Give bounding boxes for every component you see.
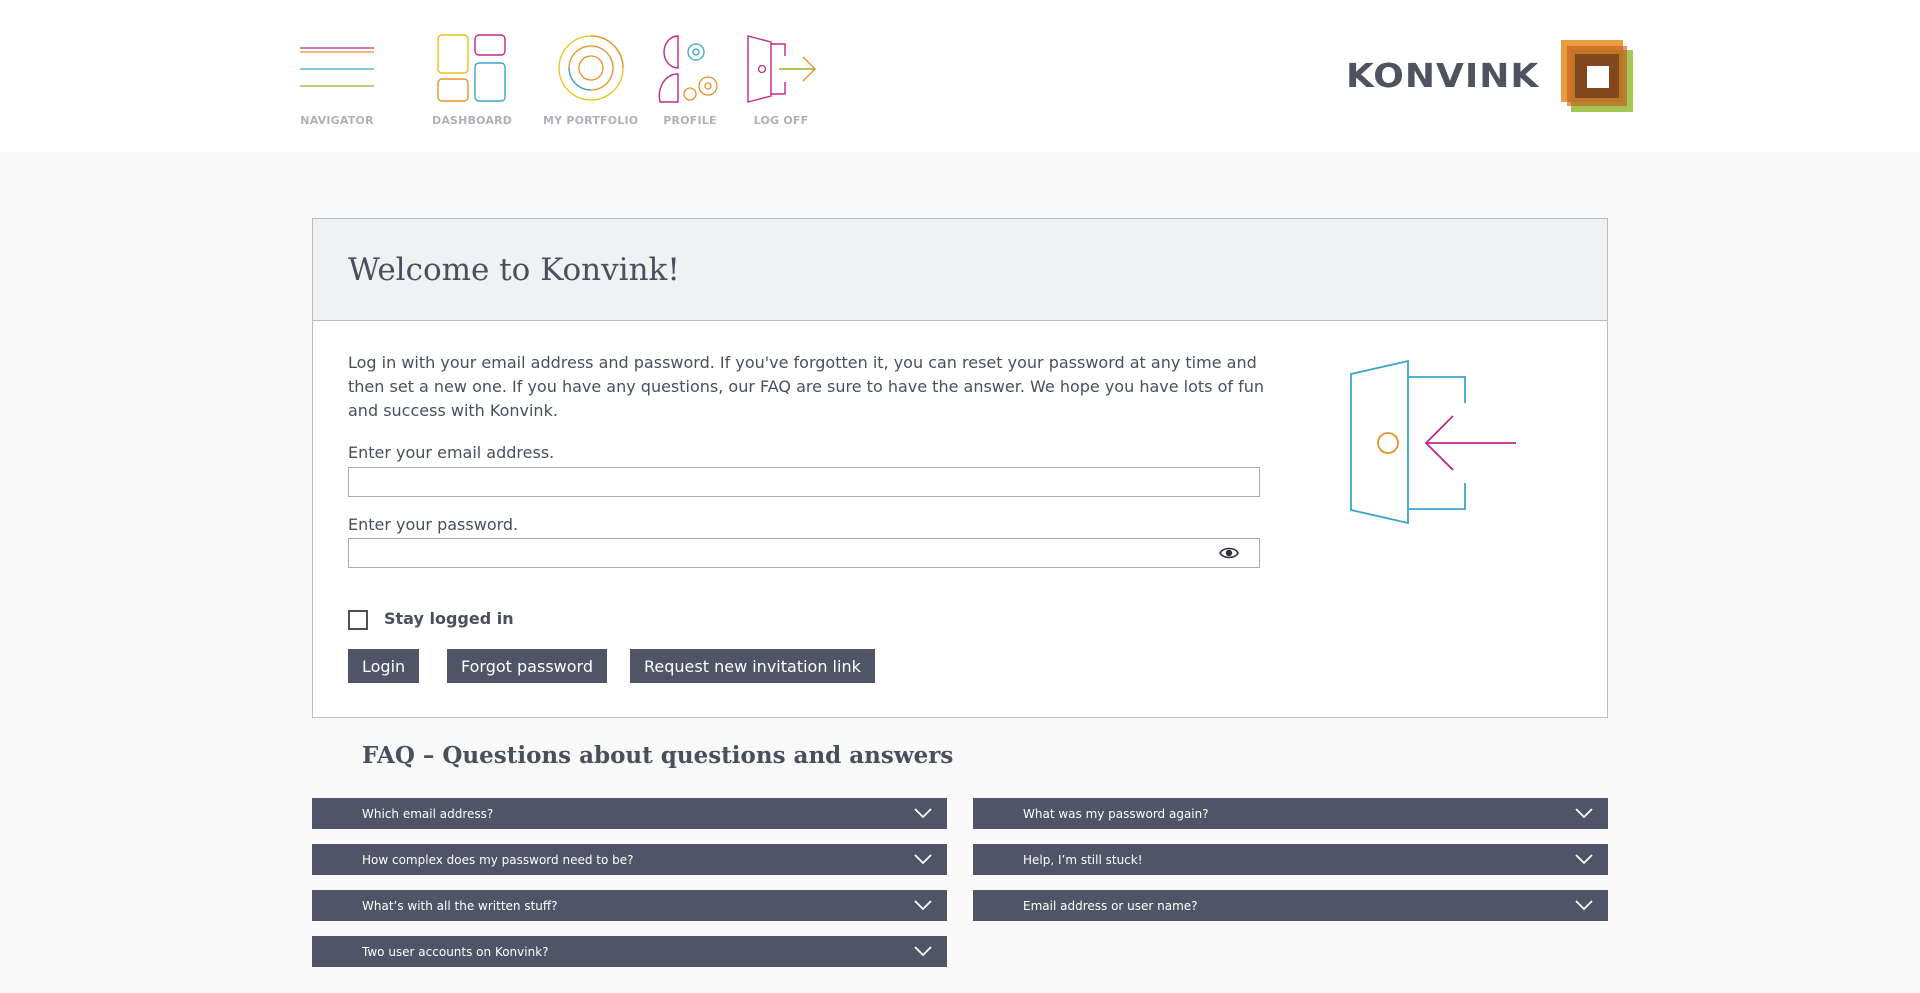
chevron-down-icon bbox=[1575, 808, 1593, 819]
nav-dashboard[interactable]: DASHBOARD bbox=[432, 34, 512, 127]
nav-profile-label: PROFILE bbox=[663, 114, 717, 127]
eye-icon[interactable] bbox=[1219, 545, 1239, 561]
nav-navigator[interactable]: NAVIGATOR bbox=[298, 34, 376, 127]
stay-logged-in-label[interactable]: Stay logged in bbox=[384, 609, 514, 628]
faq-item[interactable]: Email address or user name? bbox=[973, 890, 1608, 921]
login-card-header: Welcome to Konvink! bbox=[313, 219, 1607, 321]
top-bar: NAVIGATOR DASHBOARD MY PORTFOLIO PROFILE… bbox=[0, 0, 1920, 152]
chevron-down-icon bbox=[914, 808, 932, 819]
chevron-down-icon bbox=[914, 854, 932, 865]
dashboard-icon bbox=[437, 34, 506, 102]
forgot-password-button[interactable]: Forgot password bbox=[447, 649, 607, 683]
faq-item[interactable]: Which email address? bbox=[312, 798, 947, 829]
faq-question: What’s with all the written stuff? bbox=[362, 898, 558, 913]
faq-item[interactable]: Help, I’m still stuck! bbox=[973, 844, 1608, 875]
faq-question: Help, I’m still stuck! bbox=[1023, 852, 1143, 867]
chevron-down-icon bbox=[914, 900, 932, 911]
faq-item[interactable]: What was my password again? bbox=[973, 798, 1608, 829]
chevron-down-icon bbox=[1575, 900, 1593, 911]
request-invitation-button[interactable]: Request new invitation link bbox=[630, 649, 875, 683]
nav-dashboard-label: DASHBOARD bbox=[432, 114, 513, 127]
logoff-icon bbox=[747, 35, 816, 103]
faq-item[interactable]: What’s with all the written stuff? bbox=[312, 890, 947, 921]
profile-icon bbox=[658, 35, 718, 103]
login-door-icon bbox=[1350, 359, 1516, 525]
konvink-logo[interactable]: KONVINK bbox=[1346, 38, 1635, 114]
login-card: Welcome to Konvink! Log in with your ema… bbox=[312, 218, 1608, 718]
nav-my-portfolio[interactable]: MY PORTFOLIO bbox=[543, 34, 638, 127]
stay-logged-in-checkbox[interactable] bbox=[348, 610, 368, 630]
nav-log-off[interactable]: LOG OFF bbox=[745, 34, 817, 127]
faq-question: Email address or user name? bbox=[1023, 898, 1198, 913]
faq-question: What was my password again? bbox=[1023, 806, 1209, 821]
chevron-down-icon bbox=[1575, 854, 1593, 865]
faq-item[interactable]: How complex does my password need to be? bbox=[312, 844, 947, 875]
login-button[interactable]: Login bbox=[348, 649, 420, 683]
nav-profile[interactable]: PROFILE bbox=[656, 34, 724, 127]
faq-item[interactable]: Two user accounts on Konvink? bbox=[312, 936, 947, 967]
nav-my-portfolio-label: MY PORTFOLIO bbox=[543, 114, 639, 127]
password-field[interactable] bbox=[348, 538, 1260, 568]
logo-wordmark: KONVINK bbox=[1346, 57, 1540, 95]
portfolio-icon bbox=[558, 35, 624, 101]
password-label: Enter your password. bbox=[348, 515, 519, 534]
nav-navigator-label: NAVIGATOR bbox=[300, 114, 374, 127]
email-field[interactable] bbox=[348, 467, 1260, 497]
logo-mark-icon bbox=[1561, 40, 1634, 112]
email-label: Enter your email address. bbox=[348, 443, 555, 462]
login-intro-text: Log in with your email address and passw… bbox=[348, 353, 1265, 420]
faq-question: Which email address? bbox=[362, 806, 494, 821]
faq-question: Two user accounts on Konvink? bbox=[362, 944, 549, 959]
hamburger-icon bbox=[300, 47, 374, 87]
faq-title: FAQ – Questions about questions and answ… bbox=[362, 742, 954, 769]
faq-question: How complex does my password need to be? bbox=[362, 852, 634, 867]
page-title: Welcome to Konvink! bbox=[348, 251, 680, 288]
nav-log-off-label: LOG OFF bbox=[753, 114, 809, 127]
chevron-down-icon bbox=[914, 946, 932, 957]
